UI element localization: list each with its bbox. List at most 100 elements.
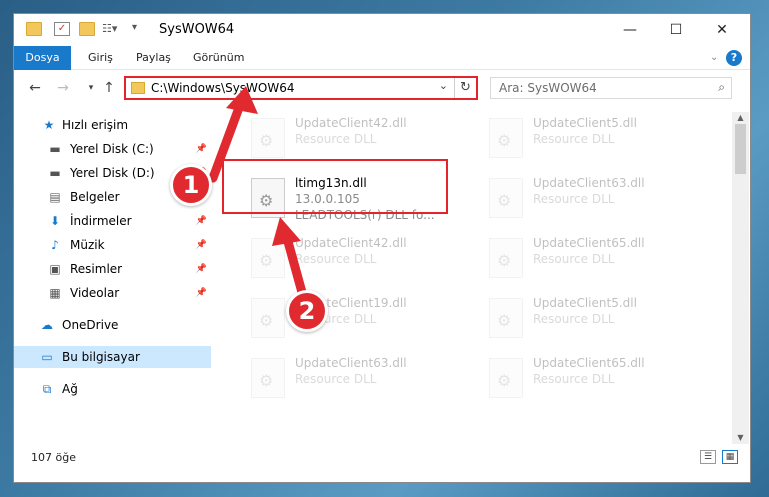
forward-button[interactable]: →: [54, 79, 72, 97]
computer-icon: ▭: [41, 350, 53, 364]
sidebar-item-label: Müzik: [70, 238, 105, 252]
dll-file-icon: [489, 298, 523, 338]
file-description: Resource DLL: [533, 372, 615, 386]
status-bar: 107 öğe ☰ ▦: [14, 447, 750, 482]
back-button[interactable]: ←: [26, 79, 44, 97]
video-icon: ▦: [49, 286, 61, 300]
documents-icon: ▤: [49, 190, 61, 204]
scroll-up-icon[interactable]: ▲: [732, 112, 749, 124]
file-name: UpdateClient5.dll: [533, 296, 637, 310]
file-description: Resource DLL: [533, 192, 615, 206]
list-item[interactable]: UpdateClient42.dll Resource DLL: [251, 236, 476, 286]
drive-icon: ▬: [49, 166, 61, 180]
up-button[interactable]: ↑: [100, 79, 118, 97]
file-description: Resource DLL: [533, 312, 615, 326]
dropdown-icon[interactable]: ▾: [132, 22, 148, 36]
dll-file-icon: [251, 298, 285, 338]
customize-toolbar-icon[interactable]: ☷▾: [102, 22, 118, 36]
list-item[interactable]: UpdateClient63.dll Resource DLL: [489, 176, 714, 226]
new-folder-icon[interactable]: [79, 22, 95, 36]
file-name: UpdateClient5.dll: [533, 116, 637, 130]
sidebar-item-label: Videolar: [70, 286, 120, 300]
sidebar-item-this-pc[interactable]: ▭ Bu bilgisayar: [14, 346, 211, 368]
refresh-button[interactable]: ↻: [454, 78, 476, 98]
pin-icon[interactable]: 📌: [196, 210, 207, 232]
properties-icon[interactable]: ✓: [54, 22, 70, 36]
sidebar-item-label: Hızlı erişim: [62, 118, 129, 132]
pin-icon[interactable]: 📌: [196, 138, 207, 160]
close-button[interactable]: ✕: [699, 14, 745, 46]
title-bar: ✓ ☷▾ ▾ SysWOW64 — ☐ ✕: [14, 14, 750, 46]
list-item[interactable]: UpdateClient63.dll Resource DLL: [251, 356, 476, 406]
window-title: SysWOW64: [159, 22, 235, 37]
pin-icon[interactable]: 📌: [196, 234, 207, 256]
sidebar-item-label: Resimler: [70, 262, 123, 276]
file-name: UpdateClient63.dll: [295, 356, 407, 370]
file-name: UpdateClient63.dll: [533, 176, 645, 190]
download-icon: ⬇: [49, 214, 61, 228]
dll-file-icon: [489, 178, 523, 218]
pictures-icon: ▣: [49, 262, 61, 276]
dll-file-icon: [489, 118, 523, 158]
expand-ribbon-icon[interactable]: ⌄: [700, 46, 728, 70]
explorer-window: ✓ ☷▾ ▾ SysWOW64 — ☐ ✕ Dosya Giriş Paylaş…: [13, 13, 751, 483]
list-item[interactable]: UpdateClient65.dll Resource DLL: [489, 356, 714, 406]
folder-icon: [131, 82, 145, 94]
vertical-scrollbar[interactable]: ▲ ▼: [732, 112, 749, 444]
tab-share[interactable]: Paylaş: [126, 46, 181, 70]
selected-file-highlight: [222, 159, 448, 214]
maximize-button[interactable]: ☐: [653, 14, 699, 46]
address-path[interactable]: C:\Windows\SysWOW64: [151, 81, 295, 95]
cloud-icon: ☁: [41, 318, 53, 332]
drive-icon: ▬: [49, 142, 61, 156]
list-item[interactable]: UpdateClient65.dll Resource DLL: [489, 236, 714, 286]
sidebar-item-label: Yerel Disk (D:): [70, 166, 155, 180]
search-box[interactable]: Ara: SysWOW64 ⌕: [490, 77, 732, 99]
sidebar-item-label: Yerel Disk (C:): [70, 142, 154, 156]
step-2-badge: 2: [286, 290, 328, 332]
dll-file-icon: [489, 358, 523, 398]
pin-icon[interactable]: 📌: [196, 258, 207, 280]
file-name: UpdateClient65.dll: [533, 236, 645, 250]
search-icon[interactable]: ⌕: [718, 80, 725, 95]
help-icon[interactable]: ?: [726, 50, 742, 66]
scroll-thumb[interactable]: [735, 124, 746, 174]
list-item[interactable]: UpdateClient19.dll Resource DLL: [251, 296, 476, 346]
star-icon: ★: [43, 118, 55, 132]
chevron-down-icon[interactable]: ⌄: [439, 79, 448, 92]
file-description: Resource DLL: [295, 132, 377, 146]
details-view-icon[interactable]: ☰: [700, 450, 716, 464]
sidebar-item-pictures[interactable]: ▣ Resimler 📌: [14, 258, 211, 280]
ribbon-tabs: Dosya Giriş Paylaş Görünüm ⌄ ?: [14, 46, 750, 70]
search-placeholder[interactable]: Ara: SysWOW64: [499, 81, 597, 95]
file-name: UpdateClient42.dll: [295, 236, 407, 250]
navigation-bar: ← → ▾ ↑ C:\Windows\SysWOW64 ⌄ ↻ Ara: Sys…: [14, 70, 750, 106]
tab-home[interactable]: Giriş: [78, 46, 123, 70]
sidebar-item-downloads[interactable]: ⬇ İndirmeler 📌: [14, 210, 211, 232]
tab-view[interactable]: Görünüm: [183, 46, 254, 70]
dll-file-icon: [489, 238, 523, 278]
sidebar-item-label: Bu bilgisayar: [62, 350, 140, 364]
sidebar-item-videos[interactable]: ▦ Videolar 📌: [14, 282, 211, 304]
list-item[interactable]: UpdateClient5.dll Resource DLL: [489, 296, 714, 346]
sidebar-item-network[interactable]: ⧉ Ağ: [14, 378, 211, 400]
dll-file-icon: [251, 118, 285, 158]
large-icons-view-icon[interactable]: ▦: [722, 450, 738, 464]
dll-file-icon: [251, 238, 285, 278]
sidebar-item-label: Belgeler: [70, 190, 120, 204]
navigation-pane: ★ Hızlı erişim ▬ Yerel Disk (C:) 📌 ▬ Yer…: [14, 112, 211, 442]
step-1-badge: 1: [170, 164, 212, 206]
recent-locations-button[interactable]: ▾: [82, 79, 100, 97]
sidebar-item-quick-access[interactable]: ★ Hızlı erişim: [14, 114, 211, 136]
tab-file[interactable]: Dosya: [14, 46, 71, 70]
address-bar[interactable]: C:\Windows\SysWOW64 ⌄ ↻: [124, 76, 478, 100]
sidebar-item-onedrive[interactable]: ☁ OneDrive: [14, 314, 211, 336]
scroll-down-icon[interactable]: ▼: [732, 432, 749, 444]
sidebar-item-disk-c[interactable]: ▬ Yerel Disk (C:) 📌: [14, 138, 211, 160]
sidebar-item-music[interactable]: ♪ Müzik 📌: [14, 234, 211, 256]
sidebar-item-label: Ağ: [62, 382, 78, 396]
pin-icon[interactable]: 📌: [196, 282, 207, 304]
list-item[interactable]: UpdateClient5.dll Resource DLL: [489, 116, 714, 166]
file-description: Resource DLL: [295, 372, 377, 386]
minimize-button[interactable]: —: [607, 14, 653, 46]
